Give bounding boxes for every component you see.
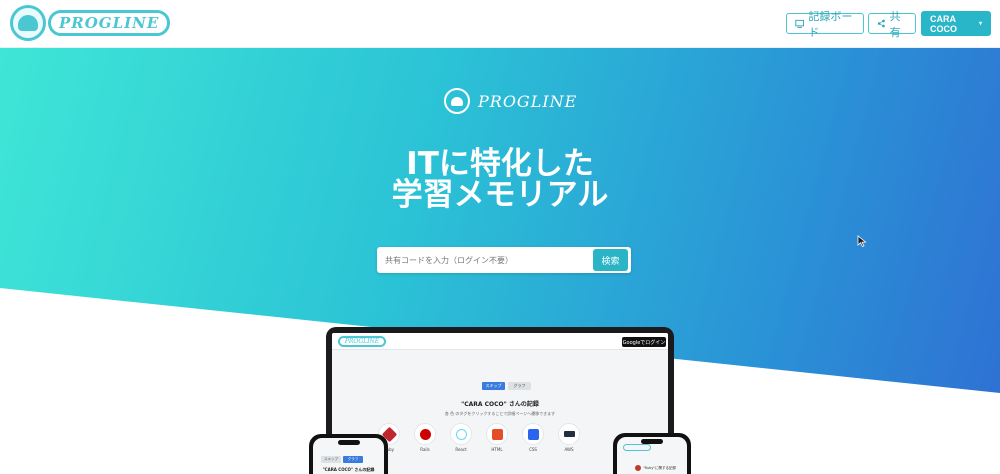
- mockup-google-login-button: Googleでログイン: [622, 337, 666, 347]
- css-icon: [527, 428, 539, 440]
- hero-logo-emblem-icon: [444, 88, 470, 114]
- share-label: 共有: [889, 9, 901, 39]
- hero-title-line2: 学習メモリアル: [391, 177, 609, 213]
- board-icon: [795, 19, 805, 28]
- phone-mockup-left: スキップ グラフ "CARA COCO" さんの記録: [309, 434, 388, 474]
- mockup-logo: PROGLINE: [338, 336, 386, 347]
- record-board-button[interactable]: 記録ボード: [786, 10, 864, 39]
- mockup-tech-aws: AWS: [558, 423, 580, 452]
- phone-mockup-right: "Ruby"に関する記録: [613, 433, 691, 474]
- mouse-cursor-icon: [857, 235, 867, 247]
- share-icon: [877, 19, 885, 28]
- mockup-tech-html: HTML: [486, 423, 508, 452]
- phone-tab-graph: グラフ: [343, 456, 363, 463]
- top-navbar: PROGLINE 記録ボード 共有 CARA COCO ▾: [0, 0, 1000, 48]
- mockup-tab-graph: グラフ: [508, 382, 531, 390]
- mockup-tech-react: React: [450, 423, 472, 452]
- mockup-tech-css: CSS: [522, 423, 544, 452]
- aws-icon: [563, 431, 575, 437]
- mockup-tabs: スキップ グラフ: [482, 382, 531, 390]
- react-icon: [455, 428, 467, 440]
- record-board-label: 記録ボード: [808, 9, 853, 39]
- mockup-title: "CARA COCO" さんの記録: [461, 401, 539, 408]
- hero-logo-wordmark: PROGLINE: [478, 91, 578, 111]
- mockup-header: PROGLINE Googleでログイン: [332, 333, 668, 350]
- phone-notch: [337, 440, 360, 445]
- phone-left-screen: スキップ グラフ "CARA COCO" さんの記録: [313, 438, 384, 474]
- mockup-subtitle: 各 色 のタグをクリックすることで詳細ページへ遷移できます: [444, 411, 556, 416]
- progline-logo[interactable]: PROGLINE: [10, 4, 171, 42]
- logo-emblem-icon: [10, 5, 46, 41]
- share-button[interactable]: 共有: [868, 10, 916, 39]
- phone-left-tabs: スキップ グラフ: [321, 456, 363, 463]
- ruby-icon: [635, 465, 641, 471]
- phone-right-logo: [623, 444, 651, 451]
- share-code-input[interactable]: [385, 250, 590, 270]
- search-button[interactable]: 検索: [593, 249, 628, 271]
- mockup-tech-rails: Rails: [414, 423, 436, 452]
- mockup-tab-skip: スキップ: [482, 382, 505, 390]
- html-icon: [491, 428, 503, 440]
- logo-wordmark: PROGLINE: [48, 10, 171, 36]
- phone-right-text: "Ruby"に関する記録: [643, 466, 677, 470]
- phone-left-title: "CARA COCO" さんの記録: [322, 467, 375, 472]
- phone-right-screen: "Ruby"に関する記録: [617, 437, 687, 474]
- hero-logo: PROGLINE: [444, 88, 577, 114]
- caret-down-icon: ▾: [978, 21, 982, 27]
- mockup-tech-icons: Ruby Rails React HTML CSS AWS: [378, 423, 580, 452]
- user-menu-button[interactable]: CARA COCO ▾: [921, 11, 991, 36]
- phone-tab-skip: スキップ: [321, 456, 341, 463]
- user-name-label: CARA COCO: [930, 13, 957, 34]
- rails-icon: [419, 428, 431, 440]
